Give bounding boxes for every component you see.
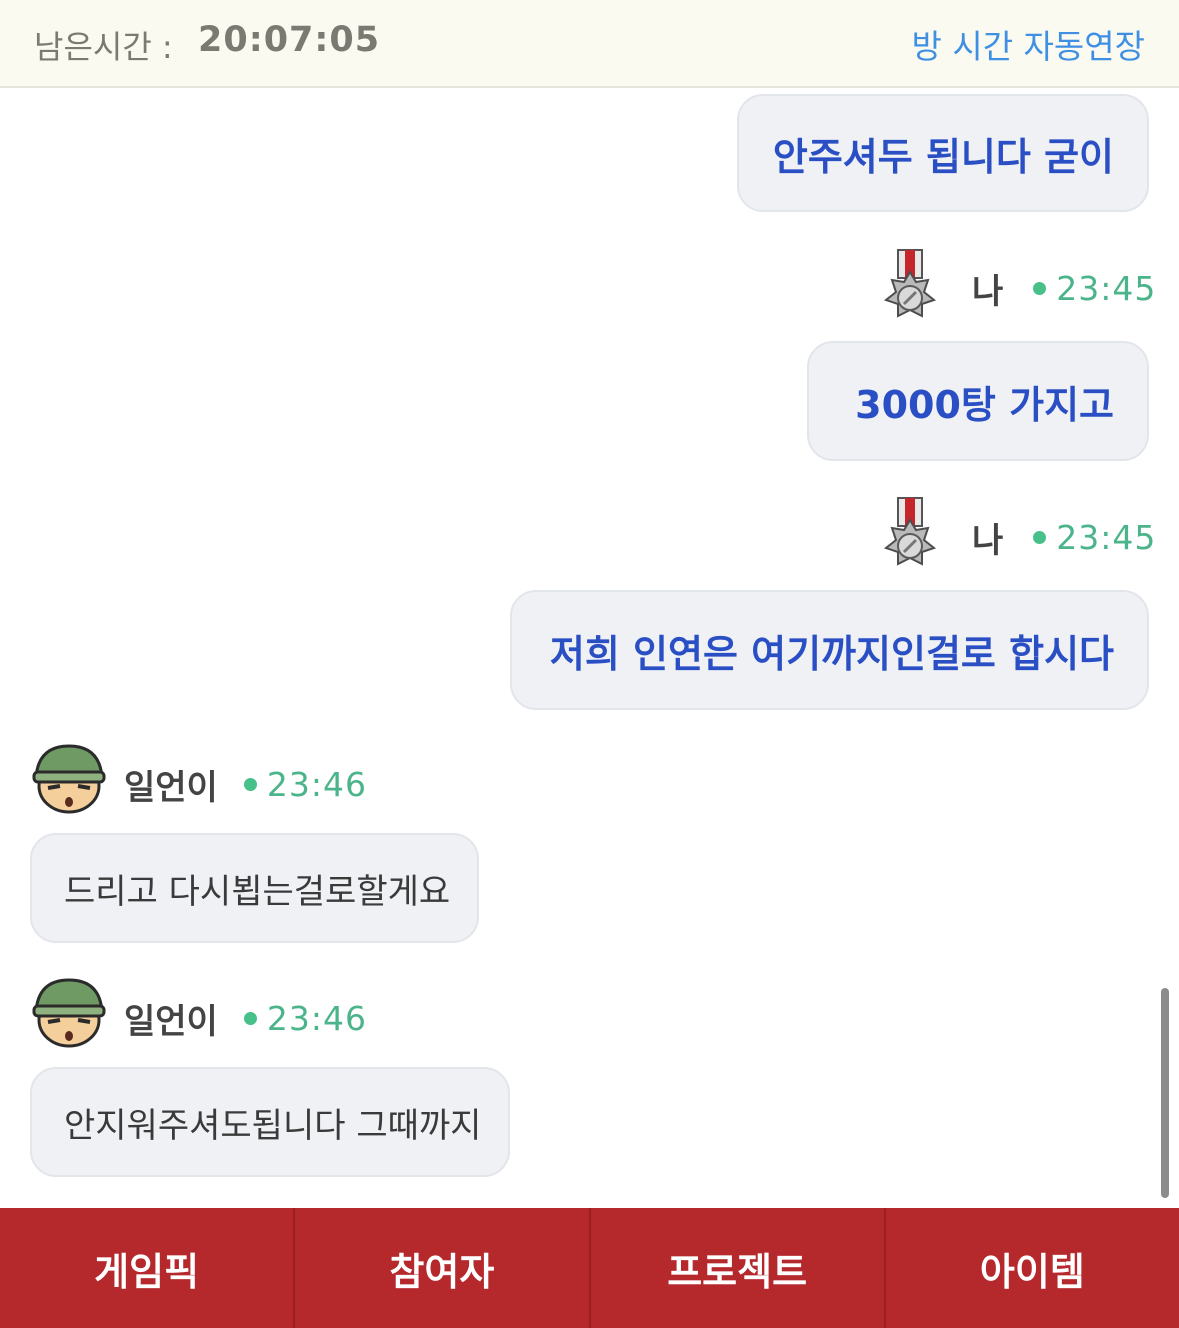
message-text: 안주셔두 됩니다 굳이 — [772, 134, 1114, 179]
chat-scrollbar[interactable] — [1161, 988, 1169, 1198]
message-text: 3000탕 가지고 — [855, 382, 1114, 427]
sender-name: 나 — [972, 272, 1004, 312]
other-message-bubble: 드리고 다시뵙는걸로할게요 — [30, 833, 479, 943]
message-text: 드리고 다시뵙는걸로할게요 — [64, 871, 451, 912]
message-text: 안지워주셔도됩니다 그때까지 — [64, 1105, 482, 1146]
sender-name: 나 — [972, 521, 1004, 561]
medal-icon — [883, 249, 937, 318]
remaining-time-value: 20:07:05 — [198, 20, 381, 60]
medal-icon — [883, 497, 937, 566]
online-dot-icon — [1033, 282, 1047, 295]
top-bar: 남은시간 : 20:07:05 방 시간 자동연장 — [0, 0, 1179, 88]
message-time: 23:46 — [266, 765, 367, 804]
tab-participants[interactable]: 참여자 — [295, 1208, 591, 1328]
message-meta: 일언이 23:46 — [124, 994, 367, 1043]
message-meta: 나 23:45 — [972, 264, 1156, 313]
message-meta: 일언이 23:46 — [124, 760, 367, 809]
my-message-bubble: 저희 인연은 여기까지인걸로 합시다 — [510, 590, 1149, 710]
tab-project[interactable]: 프로젝트 — [591, 1208, 886, 1328]
my-message-bubble: 안주셔두 됩니다 굳이 — [737, 94, 1149, 212]
bottom-nav: 게임픽 참여자 프로젝트 아이템 — [0, 1208, 1179, 1328]
message-time: 23:46 — [266, 999, 367, 1038]
sender-name: 일언이 — [124, 768, 218, 808]
online-dot-icon — [243, 1012, 257, 1025]
other-message-bubble: 안지워주셔도됩니다 그때까지 — [30, 1067, 510, 1177]
soldier-avatar — [32, 744, 106, 814]
auto-extend-button[interactable]: 방 시간 자동연장 — [912, 20, 1146, 68]
message-text: 저희 인연은 여기까지인걸로 합시다 — [549, 631, 1114, 676]
remaining-time-label: 남은시간 : — [34, 28, 173, 66]
tab-items[interactable]: 아이템 — [886, 1208, 1179, 1328]
sender-name: 일언이 — [124, 1002, 218, 1042]
online-dot-icon — [243, 778, 257, 791]
message-time: 23:45 — [1056, 518, 1157, 557]
soldier-avatar — [32, 978, 106, 1048]
message-time: 23:45 — [1056, 269, 1157, 308]
my-message-bubble: 3000탕 가지고 — [807, 341, 1149, 461]
online-dot-icon — [1033, 531, 1047, 544]
tab-game-pick[interactable]: 게임픽 — [0, 1208, 296, 1328]
chat-area[interactable]: 안주셔두 됩니다 굳이 나 23:45 3000탕 가지고 나 23:45 저희… — [0, 88, 1179, 1208]
message-meta: 나 23:45 — [972, 513, 1156, 562]
